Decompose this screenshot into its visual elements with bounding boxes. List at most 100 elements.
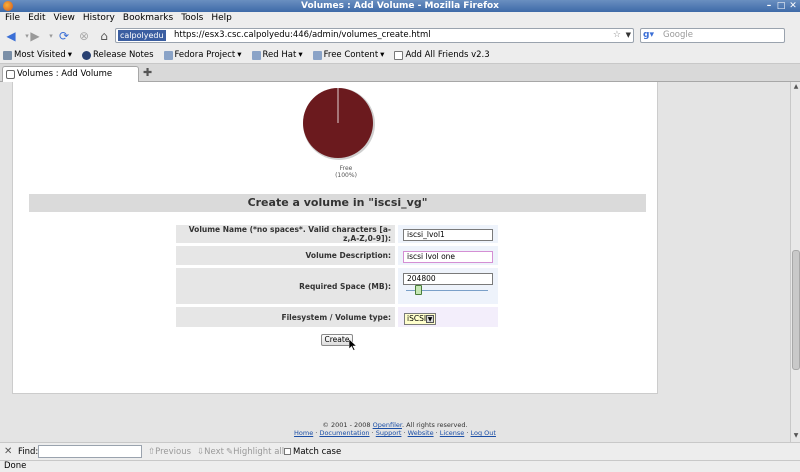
description-input[interactable]: iscsi lvol one xyxy=(403,251,493,263)
bookmark-label: Fedora Project xyxy=(174,50,236,60)
menu-bookmarks[interactable]: Bookmarks xyxy=(123,12,173,25)
required-space-row: Required Space (MB): 204800 xyxy=(175,267,499,305)
tab-label: Volumes : Add Volume xyxy=(17,69,113,79)
pie-label-percent: (100%) xyxy=(335,172,357,179)
bookmark-label: Most Visited xyxy=(14,50,66,60)
find-label: Find: xyxy=(18,447,39,457)
url-dropdown-icon[interactable]: ▼ xyxy=(626,29,631,42)
bookmark-star-icon[interactable]: ☆ xyxy=(613,29,621,42)
site-identity-button[interactable]: calpolyedu xyxy=(118,30,166,41)
match-case-label[interactable]: Match case xyxy=(293,446,341,458)
folder-icon xyxy=(312,50,322,60)
fs-type-label: Filesystem / Volume type: xyxy=(175,306,396,328)
close-window-icon[interactable]: ✕ xyxy=(788,1,798,11)
required-space-cell: 204800 xyxy=(397,267,499,305)
bookmark-label: Add All Friends v2.3 xyxy=(405,50,490,60)
bookmark-red-hat[interactable]: Red Hat ▾ xyxy=(251,50,303,60)
vertical-scrollbar[interactable]: ▲ ▼ xyxy=(790,82,800,442)
description-row: Volume Description: iscsi lvol one xyxy=(175,245,499,266)
footer-links: Home · Documentation · Support · Website… xyxy=(294,429,496,437)
page-footer: © 2001 - 2008 Openfiler. All rights rese… xyxy=(0,421,790,437)
window-titlebar: Volumes : Add Volume - Mozilla Firefox –… xyxy=(0,0,800,12)
folder-icon xyxy=(251,50,261,60)
forward-icon[interactable]: ▶ xyxy=(27,29,43,43)
search-input[interactable]: Google xyxy=(663,29,693,42)
description-cell: iscsi lvol one xyxy=(397,245,499,266)
copyright-text: © 2001 - 2008 xyxy=(322,421,373,429)
bookmark-fedora-project[interactable]: Fedora Project ▾ xyxy=(163,50,242,60)
footer-link-license[interactable]: License xyxy=(440,429,465,437)
chevron-down-icon[interactable]: ▼ xyxy=(426,315,434,323)
find-next-label: Next xyxy=(204,447,224,457)
page-content: Free (100%) Create a volume in "iscsi_vg… xyxy=(0,82,790,442)
url-bar[interactable]: calpolyedu https://esx3.csc.calpolyedu:4… xyxy=(115,28,634,43)
scrollbar-thumb[interactable] xyxy=(792,250,800,370)
required-space-label: Required Space (MB): xyxy=(175,267,396,305)
fs-type-row: Filesystem / Volume type: iSCSI ▼ xyxy=(175,306,499,328)
window-title: Volumes : Add Volume - Mozilla Firefox xyxy=(301,1,499,11)
required-space-input[interactable]: 204800 xyxy=(403,273,493,285)
find-input[interactable] xyxy=(38,445,142,458)
tab-strip: Volumes : Add Volume ✚ xyxy=(0,64,800,82)
form-title: Create a volume in "iscsi_vg" xyxy=(29,194,646,212)
menu-tools[interactable]: Tools xyxy=(181,12,203,25)
folder-icon xyxy=(163,50,173,60)
bookmark-label: Free Content xyxy=(323,50,379,60)
bookmark-add-all-friends[interactable]: Add All Friends v2.3 xyxy=(394,50,490,60)
stop-icon[interactable]: ⊗ xyxy=(76,29,92,43)
new-tab-icon[interactable]: ✚ xyxy=(143,67,152,79)
menu-help[interactable]: Help xyxy=(211,12,232,25)
footer-link-logout[interactable]: Log Out xyxy=(471,429,496,437)
scroll-down-icon[interactable]: ▼ xyxy=(792,432,800,440)
url-text[interactable]: https://esx3.csc.calpolyedu:446/admin/vo… xyxy=(174,29,431,42)
volume-name-cell: iscsi_lvol1 xyxy=(397,224,499,244)
mouse-cursor-icon xyxy=(349,339,357,351)
find-bar: ✕ Find: ⇧Previous ⇩Next ✎Highlight all M… xyxy=(0,442,800,460)
rights-text: . All rights reserved. xyxy=(401,421,468,429)
usage-pie-chart xyxy=(303,88,375,160)
menu-history[interactable]: History xyxy=(83,12,115,25)
copyright-line: © 2001 - 2008 Openfiler. All rights rese… xyxy=(0,421,790,429)
bookmarks-toolbar: Most Visited ▾ Release Notes Fedora Proje… xyxy=(0,47,800,64)
find-next-button[interactable]: ⇩Next xyxy=(197,446,224,458)
fs-type-select[interactable]: iSCSI ▼ xyxy=(404,313,436,325)
scroll-up-icon[interactable]: ▲ xyxy=(792,83,800,91)
status-bar: Done xyxy=(0,460,800,472)
reload-icon[interactable]: ⟳ xyxy=(56,29,72,43)
menu-file[interactable]: File xyxy=(5,12,20,25)
google-icon[interactable]: g▾ xyxy=(643,30,654,41)
footer-link-support[interactable]: Support xyxy=(376,429,402,437)
space-slider-handle[interactable] xyxy=(415,285,423,295)
back-icon[interactable]: ◀ xyxy=(3,29,19,43)
menu-edit[interactable]: Edit xyxy=(28,12,45,25)
bookmark-label: Release Notes xyxy=(93,50,154,60)
find-previous-label: Previous xyxy=(155,447,192,457)
volume-name-input[interactable]: iscsi_lvol1 xyxy=(403,229,493,241)
search-bar[interactable]: g▾ Google xyxy=(640,28,785,43)
highlight-all-label: Highlight all xyxy=(233,447,285,457)
footer-link-home[interactable]: Home xyxy=(294,429,313,437)
home-icon[interactable]: ⌂ xyxy=(96,29,112,43)
maximize-icon[interactable]: □ xyxy=(776,1,786,11)
footer-link-documentation[interactable]: Documentation xyxy=(319,429,369,437)
footer-link-website[interactable]: Website xyxy=(408,429,434,437)
bookmark-free-content[interactable]: Free Content ▾ xyxy=(312,50,384,60)
gear-icon xyxy=(3,50,12,60)
find-previous-button[interactable]: ⇧Previous xyxy=(148,446,191,458)
minimize-icon[interactable]: – xyxy=(764,1,774,11)
fs-type-cell: iSCSI ▼ xyxy=(397,306,499,328)
menu-view[interactable]: View xyxy=(54,12,75,25)
menu-bar: File Edit View History Bookmarks Tools H… xyxy=(0,12,800,25)
match-case-checkbox[interactable] xyxy=(284,448,291,455)
bookmark-most-visited[interactable]: Most Visited ▾ xyxy=(3,50,72,60)
bookmark-release-notes[interactable]: Release Notes xyxy=(82,50,154,60)
openfiler-link[interactable]: Openfiler xyxy=(373,421,402,429)
fs-type-value: iSCSI xyxy=(407,314,427,323)
tab-volumes-add-volume[interactable]: Volumes : Add Volume xyxy=(2,66,139,82)
bookmark-label: Red Hat xyxy=(262,50,297,60)
fedora-icon xyxy=(82,50,92,60)
highlight-all-button[interactable]: ✎Highlight all xyxy=(226,446,284,458)
close-find-icon[interactable]: ✕ xyxy=(4,446,12,458)
pie-legend: Free (100%) xyxy=(306,165,386,179)
pie-label-free: Free xyxy=(339,165,353,172)
